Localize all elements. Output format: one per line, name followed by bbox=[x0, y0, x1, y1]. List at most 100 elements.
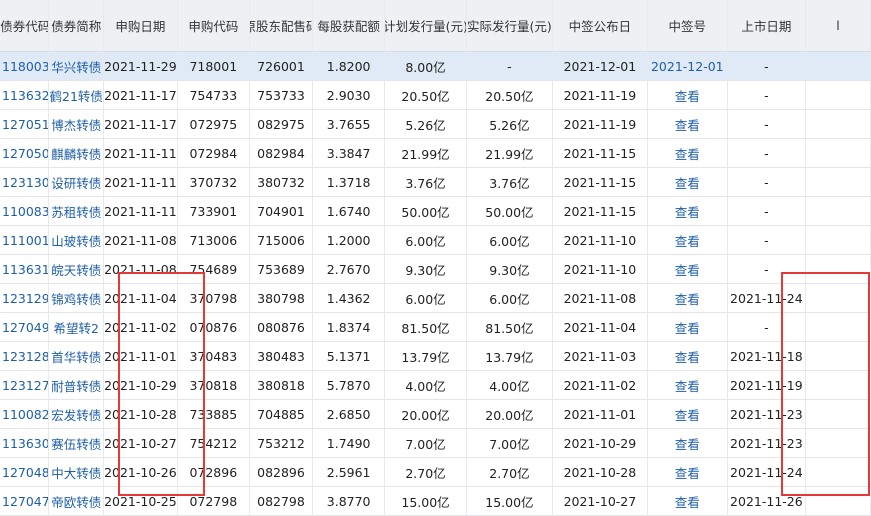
table-row[interactable]: 127049 希望转2 2021-11-02 070876 080876 1.8374 81… bbox=[0, 313, 871, 342]
cell-subscription-code: 713006 bbox=[178, 226, 250, 254]
cell-actual-issue: 7.00亿 bbox=[467, 429, 553, 457]
cell-placement-code: 726001 bbox=[250, 52, 314, 80]
cell-lottery-number[interactable]: 查看 bbox=[648, 342, 728, 370]
table-row[interactable]: 127051 博杰转债 2021-11-17 072975 082975 3.7655 5.… bbox=[0, 110, 871, 139]
cell-extra bbox=[806, 110, 871, 138]
cell-lottery-number[interactable]: 查看 bbox=[648, 139, 728, 167]
cell-extra bbox=[806, 139, 871, 167]
table-row[interactable]: 127048 中大转债 2021-10-26 072896 082896 2.5961 2.… bbox=[0, 458, 871, 487]
cell-lottery-number[interactable]: 查看 bbox=[648, 313, 728, 341]
cell-listing-date: - bbox=[728, 52, 806, 80]
table-row[interactable]: 113632 鹤21转债 2021-11-17 754733 753733 2.9030 2… bbox=[0, 81, 871, 110]
cell-placement-code: 380732 bbox=[250, 168, 314, 196]
header-bond-name[interactable]: 债券简称 bbox=[49, 0, 104, 51]
header-extra[interactable]: l bbox=[806, 0, 871, 51]
header-bond-code[interactable]: 债券代码 bbox=[0, 0, 50, 51]
header-actual-issue[interactable]: 实际发行量(元) bbox=[467, 0, 553, 51]
cell-listing-date: - bbox=[728, 168, 806, 196]
table-row[interactable]: 123128 首华转债 2021-11-01 370483 380483 5.1371 13… bbox=[0, 342, 871, 371]
cell-extra bbox=[806, 429, 871, 457]
cell-bond-code: 110082 bbox=[0, 400, 50, 428]
cell-lottery-number[interactable]: 查看 bbox=[648, 226, 728, 254]
table-row[interactable]: 123130 设研转债 2021-11-11 370732 380732 1.3718 3.… bbox=[0, 168, 871, 197]
cell-lottery-number[interactable]: 查看 bbox=[648, 197, 728, 225]
table-row[interactable]: 123129 锦鸡转债 2021-11-04 370798 380798 1.4362 6.… bbox=[0, 284, 871, 313]
header-subscription-date[interactable]: 申购日期 bbox=[104, 0, 178, 51]
cell-planned-issue: 15.00亿 bbox=[385, 487, 467, 515]
cell-actual-issue: 3.76亿 bbox=[467, 168, 553, 196]
header-subscription-code[interactable]: 申购代码 bbox=[178, 0, 250, 51]
cell-actual-issue: 50.00亿 bbox=[467, 197, 553, 225]
cell-placement-code: 082975 bbox=[250, 110, 314, 138]
table-row[interactable]: 113630 赛伍转债 2021-10-27 754212 753212 1.7490 7.… bbox=[0, 429, 871, 458]
cell-bond-name[interactable]: 耐普转债 bbox=[49, 371, 104, 399]
cell-lottery-number[interactable]: 查看 bbox=[648, 284, 728, 312]
cell-bond-name[interactable]: 帝欧转债 bbox=[49, 487, 104, 515]
cell-actual-issue: 21.99亿 bbox=[467, 139, 553, 167]
cell-allotment-per-share: 3.3847 bbox=[313, 139, 386, 167]
cell-lottery-date: 2021-11-15 bbox=[553, 139, 648, 167]
cell-bond-code: 113631 bbox=[0, 255, 50, 283]
cell-subscription-code: 754733 bbox=[178, 81, 250, 109]
cell-bond-name[interactable]: 首华转债 bbox=[49, 342, 104, 370]
table-row[interactable]: 110082 宏发转债 2021-10-28 733885 704885 2.6850 20… bbox=[0, 400, 871, 429]
cell-actual-issue: - bbox=[467, 52, 553, 80]
table-body: 118003 华兴转债 2021-11-29 718001 726001 1.8200 8.… bbox=[0, 52, 871, 516]
cell-bond-name[interactable]: 华兴转债 bbox=[49, 52, 104, 80]
header-placement-code[interactable]: 原股东配售码 bbox=[250, 0, 314, 51]
cell-listing-date: - bbox=[728, 226, 806, 254]
cell-bond-name[interactable]: 宏发转债 bbox=[49, 400, 104, 428]
cell-subscription-date: 2021-11-11 bbox=[104, 139, 178, 167]
header-allotment-per-share[interactable]: 每股获配额 bbox=[313, 0, 386, 51]
cell-bond-name[interactable]: 希望转2 bbox=[49, 313, 104, 341]
cell-placement-code: 704901 bbox=[250, 197, 314, 225]
cell-bond-name[interactable]: 锦鸡转债 bbox=[49, 284, 104, 312]
cell-bond-name[interactable]: 鹤21转债 bbox=[49, 81, 104, 109]
cell-extra bbox=[806, 458, 871, 486]
table-row[interactable]: 110083 苏租转债 2021-11-11 733901 704901 1.6740 50… bbox=[0, 197, 871, 226]
cell-planned-issue: 21.99亿 bbox=[385, 139, 467, 167]
cell-listing-date: - bbox=[728, 139, 806, 167]
cell-subscription-date: 2021-10-29 bbox=[104, 371, 178, 399]
table-row[interactable]: 127047 帝欧转债 2021-10-25 072798 082798 3.8770 15… bbox=[0, 487, 871, 516]
table-row[interactable]: 111001 山玻转债 2021-11-08 713006 715006 1.2000 6.… bbox=[0, 226, 871, 255]
cell-listing-date: - bbox=[728, 81, 806, 109]
cell-planned-issue: 4.00亿 bbox=[385, 371, 467, 399]
cell-bond-code: 127047 bbox=[0, 487, 50, 515]
cell-lottery-number[interactable]: 查看 bbox=[648, 255, 728, 283]
cell-bond-name[interactable]: 设研转债 bbox=[49, 168, 104, 196]
cell-bond-name[interactable]: 山玻转债 bbox=[49, 226, 104, 254]
cell-bond-name[interactable]: 博杰转债 bbox=[49, 110, 104, 138]
cell-lottery-number[interactable]: 查看 bbox=[648, 487, 728, 515]
table-row[interactable]: 118003 华兴转债 2021-11-29 718001 726001 1.8200 8.… bbox=[0, 52, 871, 81]
cell-lottery-number[interactable]: 2021-12-01 bbox=[648, 52, 728, 80]
cell-actual-issue: 20.50亿 bbox=[467, 81, 553, 109]
header-lottery-number[interactable]: 中签号 bbox=[648, 0, 728, 51]
cell-lottery-number[interactable]: 查看 bbox=[648, 110, 728, 138]
cell-extra bbox=[806, 400, 871, 428]
cell-listing-date: 2021-11-23 bbox=[728, 400, 806, 428]
cell-bond-name[interactable]: 赛伍转债 bbox=[49, 429, 104, 457]
table-row[interactable]: 127050 麒麟转债 2021-11-11 072984 082984 3.3847 21… bbox=[0, 139, 871, 168]
cell-bond-name[interactable]: 皖天转债 bbox=[49, 255, 104, 283]
header-lottery-date[interactable]: 中签公布日 bbox=[553, 0, 648, 51]
cell-lottery-number[interactable]: 查看 bbox=[648, 400, 728, 428]
cell-planned-issue: 81.50亿 bbox=[385, 313, 467, 341]
cell-lottery-number[interactable]: 查看 bbox=[648, 168, 728, 196]
cell-lottery-number[interactable]: 查看 bbox=[648, 429, 728, 457]
cell-listing-date: 2021-11-18 bbox=[728, 342, 806, 370]
cell-bond-name[interactable]: 麒麟转债 bbox=[49, 139, 104, 167]
table-row[interactable]: 123127 耐普转债 2021-10-29 370818 380818 5.7870 4.… bbox=[0, 371, 871, 400]
cell-extra bbox=[806, 487, 871, 515]
cell-lottery-number[interactable]: 查看 bbox=[648, 458, 728, 486]
header-listing-date[interactable]: 上市日期 bbox=[728, 0, 806, 51]
cell-bond-name[interactable]: 苏租转债 bbox=[49, 197, 104, 225]
table-row[interactable]: 113631 皖天转债 2021-11-08 754689 753689 2.7670 9.… bbox=[0, 255, 871, 284]
cell-lottery-number[interactable]: 查看 bbox=[648, 81, 728, 109]
header-planned-issue[interactable]: 计划发行量(元) bbox=[385, 0, 467, 51]
cell-lottery-number[interactable]: 查看 bbox=[648, 371, 728, 399]
cell-bond-name[interactable]: 中大转债 bbox=[49, 458, 104, 486]
cell-subscription-code: 070876 bbox=[178, 313, 250, 341]
cell-lottery-date: 2021-11-04 bbox=[553, 313, 648, 341]
cell-placement-code: 753212 bbox=[250, 429, 314, 457]
